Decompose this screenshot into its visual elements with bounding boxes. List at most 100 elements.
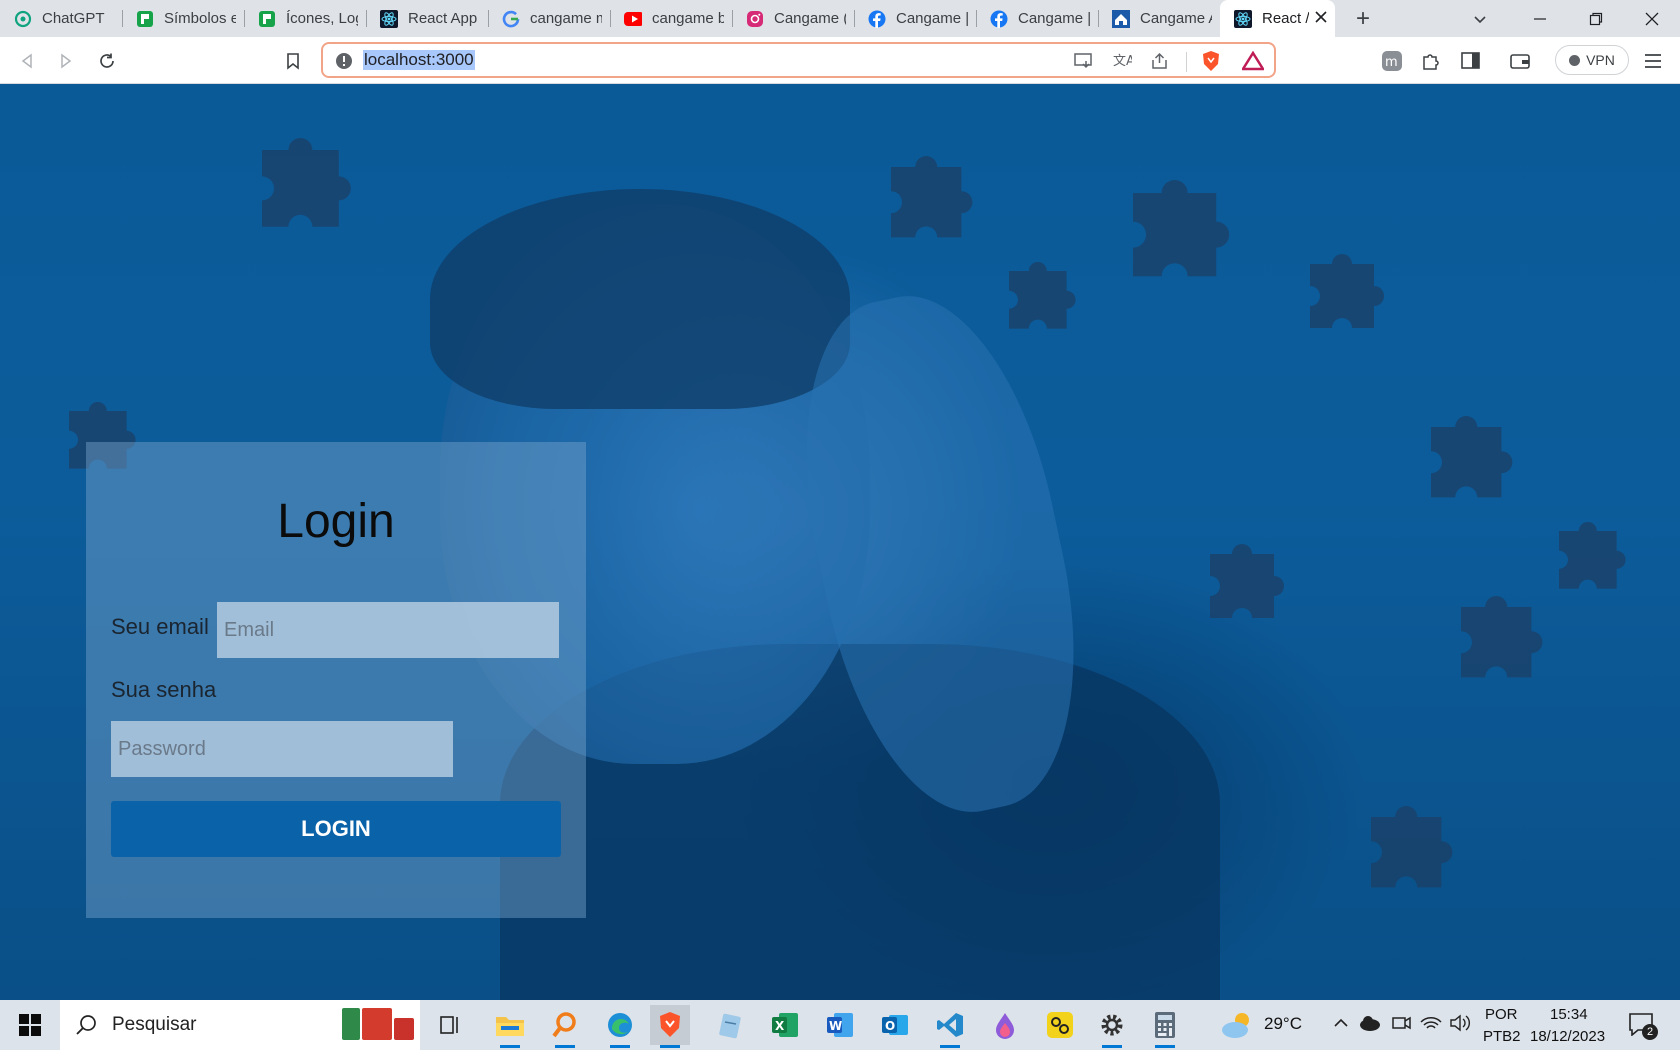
word-icon[interactable]: W [820,1005,860,1045]
tab[interactable]: cangame m [488,0,610,37]
search-icon [72,1014,100,1036]
tab[interactable]: Ícones, Log [244,0,366,37]
translate-icon[interactable]: 文A [1111,50,1133,72]
taskbar-search[interactable]: Pesquisar [60,1000,420,1050]
close-window-icon[interactable] [1624,0,1680,37]
edge-icon[interactable] [600,1005,640,1048]
menu-icon[interactable] [1638,46,1668,76]
notification-count-badge: 2 [1642,1024,1658,1040]
notepad-icon[interactable] [710,1005,750,1045]
weather-temperature[interactable]: 29°C [1264,1014,1302,1034]
password-input[interactable] [111,721,453,777]
keyboard-layout[interactable]: PTB2 [1483,1028,1521,1045]
youtube-icon [624,10,642,28]
home-icon [1112,9,1130,28]
magnifier-app-icon[interactable] [545,1005,585,1048]
windows-start-icon[interactable] [8,1000,52,1050]
login-card: Login Seu email Sua senha LOGIN [86,442,586,918]
brave-rewards-icon[interactable] [1242,50,1264,72]
tray-overflow-chevron-icon[interactable] [1332,1014,1350,1037]
tab[interactable]: React App [366,0,488,37]
tab-title: React / [1262,10,1309,27]
calculator-icon[interactable] [1145,1005,1185,1048]
restore-icon[interactable] [1568,0,1624,37]
outlook-icon[interactable]: O [875,1005,915,1045]
link-app-icon[interactable] [1040,1005,1080,1045]
tab-title: Cangame A [1140,10,1212,27]
photo-hair [430,189,850,409]
brave-icon[interactable] [650,1005,690,1048]
site-info-icon[interactable] [333,50,355,72]
settings-icon[interactable] [1092,1005,1132,1048]
vscode-icon[interactable] [930,1005,970,1048]
sidebar-toggle-icon[interactable] [1456,46,1486,76]
leo-extension-icon[interactable]: m [1377,46,1407,76]
tab[interactable]: Cangame | [854,0,976,37]
google-icon [502,10,520,28]
instagram-icon [746,10,764,28]
password-label: Sua senha [111,677,217,702]
login-button[interactable]: LOGIN [111,801,561,857]
clock-time[interactable]: 15:34 [1550,1006,1588,1023]
volume-icon[interactable] [1450,1014,1472,1037]
email-label: Seu email [111,614,209,639]
tab-title: React App [408,10,478,27]
weather-cloud-icon[interactable] [1220,1010,1254,1040]
tab[interactable]: Cangame | [976,0,1098,37]
file-explorer-icon[interactable] [490,1005,530,1048]
address-bar[interactable]: localhost:3000 文A [321,42,1276,78]
url-text[interactable]: localhost:3000 [363,50,475,70]
tab[interactable]: ChatGPT [0,0,122,37]
svg-text:W: W [829,1019,842,1033]
cast-install-icon[interactable] [1073,50,1095,72]
back-icon[interactable] [12,46,42,76]
brave-shields-icon[interactable] [1200,50,1222,72]
reload-icon[interactable] [92,46,122,76]
svg-text:文A: 文A [1113,54,1132,69]
excel-icon[interactable]: X [765,1005,805,1045]
chatgpt-icon [14,10,32,28]
vpn-button[interactable]: VPN [1555,45,1629,75]
green-brand-icon [258,10,276,28]
task-view-icon[interactable] [430,1005,470,1045]
login-title: Login [277,495,395,548]
tab[interactable]: Cangame A [1098,0,1220,37]
react-icon [1234,9,1252,28]
tab-search-chevron-icon[interactable] [1462,0,1498,37]
omnibox-divider [1186,52,1187,72]
share-icon[interactable] [1149,50,1171,72]
react-icon [380,9,398,28]
onedrive-cloud-icon[interactable] [1359,1014,1381,1037]
tab[interactable]: Cangame ( [732,0,854,37]
facebook-icon [990,10,1008,28]
tab-title: cangame b [652,10,724,27]
tab-title: Cangame ( [774,10,846,27]
meet-camera-icon[interactable] [1392,1014,1412,1037]
wifi-icon[interactable] [1420,1014,1442,1037]
browser-toolbar: localhost:3000 文A m VPN [0,37,1680,84]
bookmark-icon[interactable] [278,46,308,76]
wallet-icon[interactable] [1505,46,1535,76]
svg-text:O: O [885,1019,895,1033]
search-placeholder: Pesquisar [112,1014,197,1035]
tab-active[interactable]: React / [1220,0,1335,37]
extensions-icon[interactable] [1416,46,1446,76]
paint-drop-icon[interactable] [985,1005,1025,1045]
tab-close-icon[interactable] [1315,10,1327,27]
tab[interactable]: Símbolos e [122,0,244,37]
minimize-icon[interactable] [1512,0,1568,37]
tab[interactable]: cangame b [610,0,732,37]
tab-title: cangame m [530,10,602,27]
forward-icon[interactable] [51,46,81,76]
clock-date[interactable]: 18/12/2023 [1530,1028,1605,1045]
email-input[interactable] [217,602,559,658]
svg-text:m: m [1385,55,1398,70]
tab-title: Cangame | [896,10,968,27]
search-highlight-gifts-icon [342,1008,414,1040]
notification-center-icon[interactable]: 2 [1628,1012,1658,1040]
new-tab-button[interactable]: + [1343,0,1383,37]
svg-text:X: X [775,1019,785,1033]
window-controls [1512,0,1680,37]
input-language[interactable]: POR [1485,1006,1518,1023]
tab-title: Símbolos e [164,10,236,27]
